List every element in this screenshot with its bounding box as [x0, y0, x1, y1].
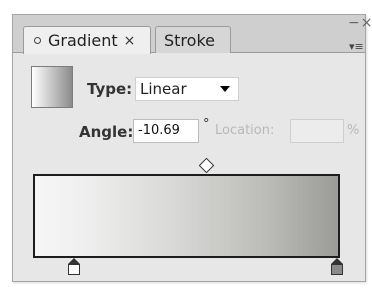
tab-bar: Gradient × Stroke −× ▾≡	[13, 15, 372, 54]
angle-label: Angle:	[79, 123, 134, 141]
angle-input[interactable]: -10.69	[133, 119, 199, 143]
gradient-stop-end[interactable]	[331, 258, 343, 276]
gradient-midpoint-diamond-icon[interactable]	[198, 157, 215, 174]
panel-menu-icon[interactable]: ▾≡	[349, 40, 364, 53]
panel-options-dot-icon	[34, 37, 41, 44]
tab-stroke[interactable]: Stroke	[155, 26, 231, 53]
tab-gradient[interactable]: Gradient ×	[23, 26, 151, 54]
type-select[interactable]: Linear	[135, 77, 239, 101]
chevron-down-icon	[220, 86, 230, 92]
type-select-value: Linear	[140, 80, 187, 98]
tab-gradient-label: Gradient	[48, 31, 118, 50]
location-input[interactable]	[290, 119, 344, 143]
location-label: Location:	[215, 123, 275, 138]
gradient-ramp[interactable]	[33, 174, 340, 258]
gradient-preview-swatch[interactable]	[31, 66, 73, 108]
gradient-stop-start[interactable]	[68, 258, 80, 276]
gradient-panel: Gradient × Stroke −× ▾≡ Type: Linear Ang…	[12, 14, 372, 282]
tab-close-icon[interactable]: ×	[124, 33, 136, 49]
type-label: Type:	[87, 80, 133, 98]
location-unit: %	[347, 123, 360, 138]
stop-color-box	[331, 264, 343, 275]
tab-stroke-label: Stroke	[164, 30, 215, 50]
stop-color-box	[68, 264, 80, 275]
window-controls[interactable]: −×	[348, 15, 372, 31]
angle-degree-icon: °	[203, 117, 210, 132]
